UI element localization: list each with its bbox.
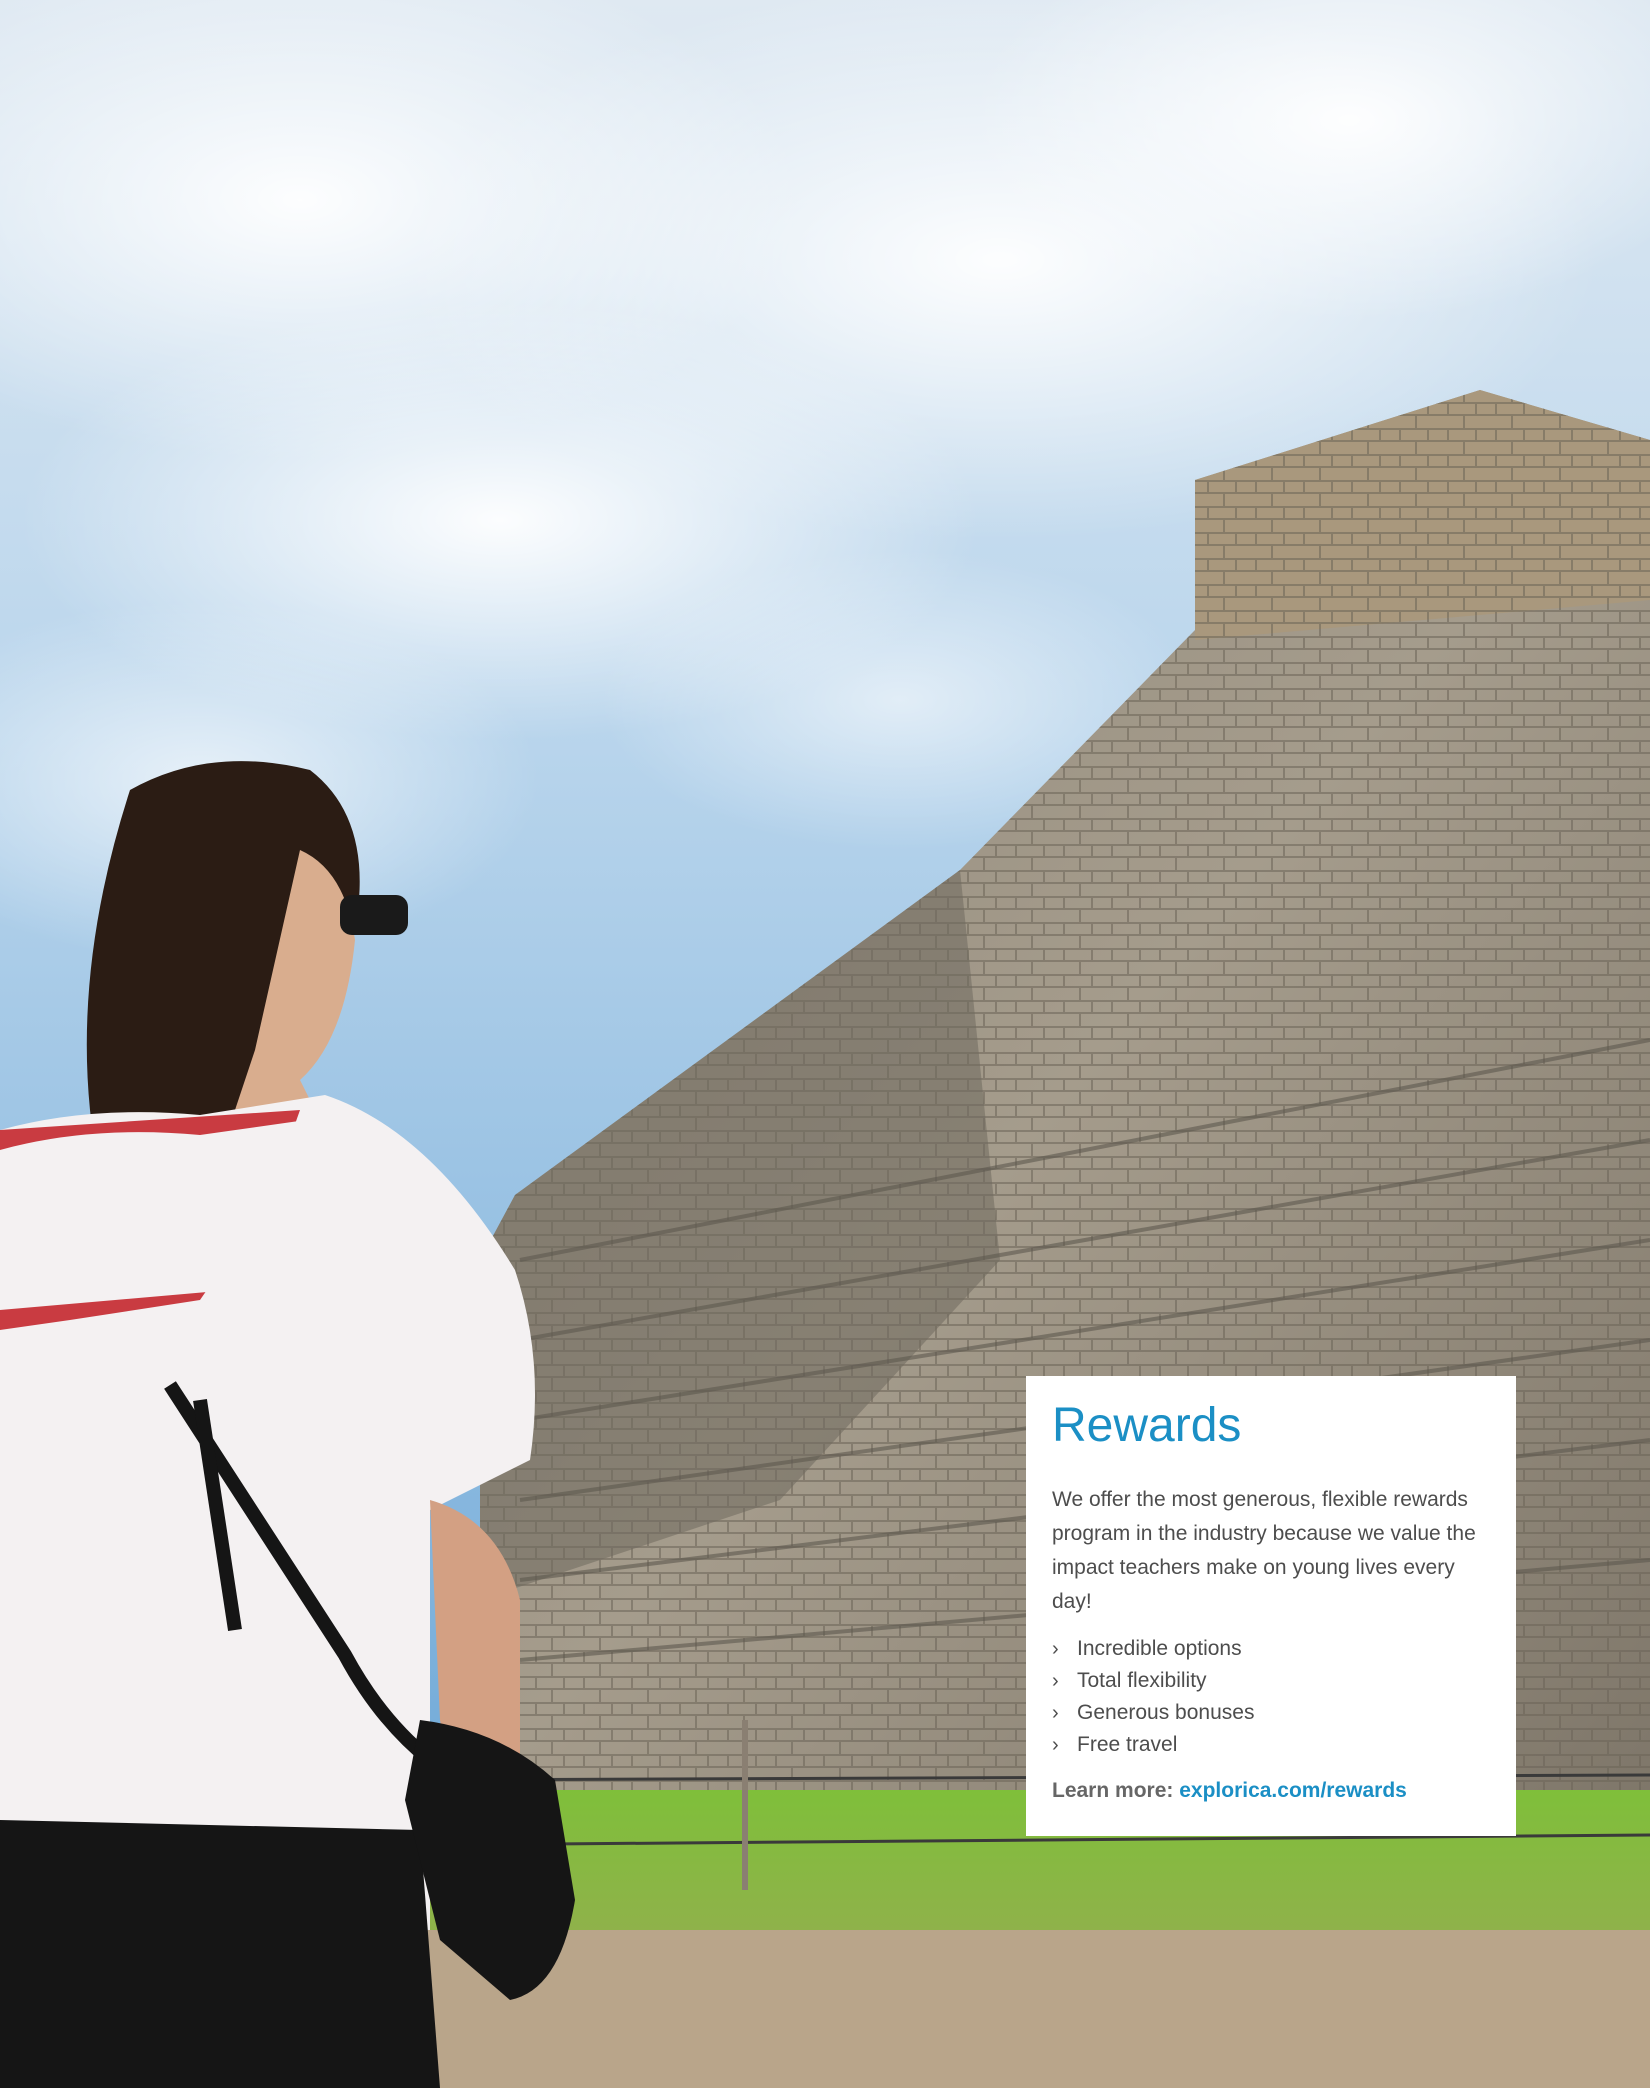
rewards-card: Rewards We offer the most generous, flex… [1026,1376,1516,1836]
list-item-label: Incredible options [1077,1636,1242,1660]
list-item: › Total flexibility [1052,1665,1490,1697]
list-item-label: Total flexibility [1077,1668,1207,1692]
list-item-label: Free travel [1077,1732,1178,1756]
benefits-list: › Incredible options › Total flexibility ›… [1052,1633,1490,1761]
learn-more-label: Learn more: [1052,1778,1174,1802]
card-body: We offer the most generous, flexible rew… [1052,1487,1476,1613]
card-title: Rewards [1052,1399,1242,1452]
chevron-right-icon: › [1052,1733,1059,1756]
learn-more: Learn more: explorica.com/rewards [1052,1779,1490,1803]
chevron-right-icon: › [1052,1669,1059,1692]
list-item-label: Generous bonuses [1077,1700,1255,1724]
chevron-right-icon: › [1052,1701,1059,1724]
list-item: › Generous bonuses [1052,1697,1490,1729]
rewards-link[interactable]: explorica.com/rewards [1179,1779,1407,1802]
chevron-right-icon: › [1052,1637,1059,1660]
page: Rewards We offer the most generous, flex… [0,0,1650,2088]
list-item: › Free travel [1052,1729,1490,1761]
list-item: › Incredible options [1052,1633,1490,1665]
